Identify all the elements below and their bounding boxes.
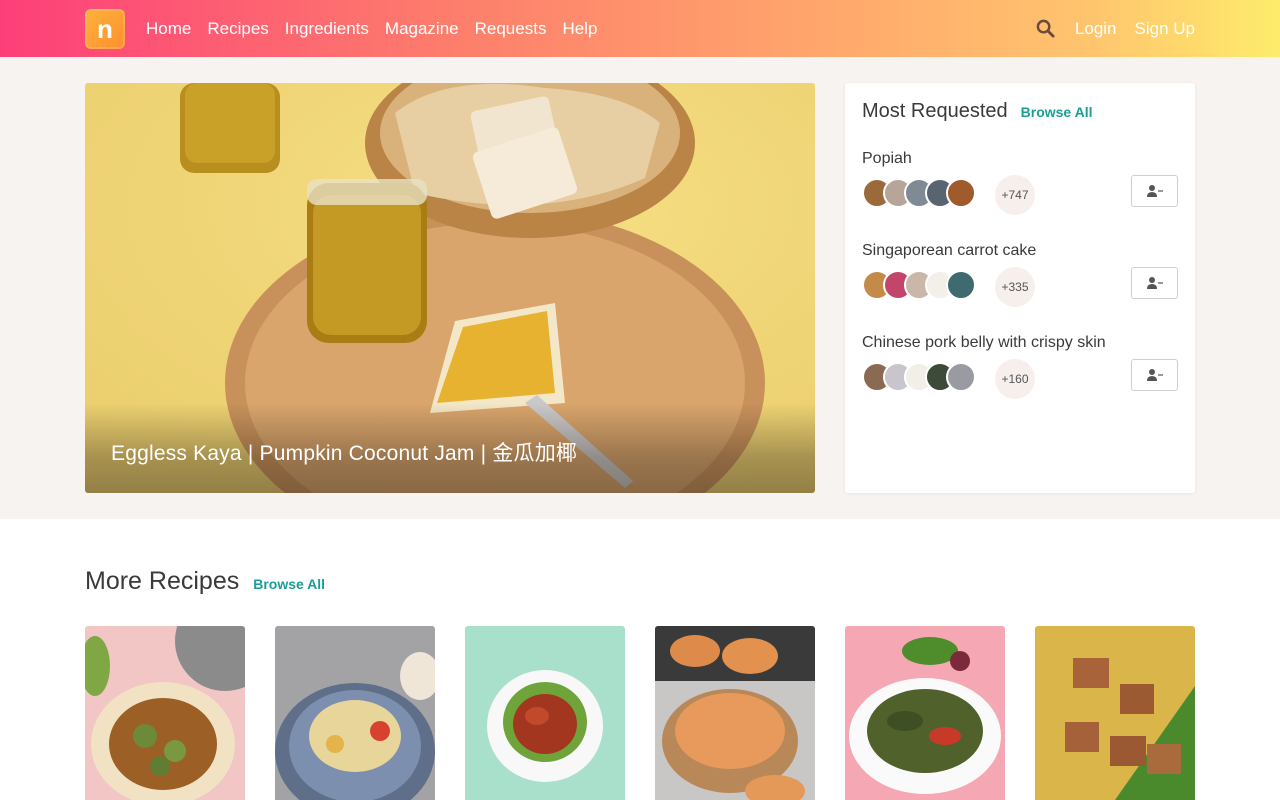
- most-requested-panel: Most Requested Browse All Popiah +747 Si…: [845, 83, 1195, 493]
- more-recipes-section: More Recipes Browse All: [0, 519, 1280, 800]
- recipe-image: [85, 626, 245, 800]
- requested-item[interactable]: Chinese pork belly with crispy skin +160: [862, 334, 1178, 399]
- recipe-image: [849, 637, 1001, 794]
- request-button[interactable]: [1131, 175, 1178, 207]
- request-count: +747: [995, 175, 1035, 215]
- requested-item-name[interactable]: Singaporean carrot cake: [862, 242, 1178, 260]
- nav-help[interactable]: Help: [562, 19, 597, 39]
- recipe-image: [1065, 658, 1195, 800]
- recipe-card[interactable]: [1035, 626, 1195, 800]
- requested-item-name[interactable]: Chinese pork belly with crispy skin: [862, 334, 1178, 352]
- most-requested-title: Most Requested: [862, 100, 1008, 122]
- recipe-card[interactable]: [465, 626, 625, 800]
- requested-item[interactable]: Popiah +747: [862, 150, 1178, 215]
- recipe-thumbnails: [85, 626, 1195, 800]
- nav-magazine[interactable]: Magazine: [385, 19, 459, 39]
- recipe-image: [487, 670, 603, 782]
- request-count: +160: [995, 359, 1035, 399]
- recipe-image: [275, 652, 435, 800]
- requester-avatars: [862, 178, 976, 208]
- nav-requests[interactable]: Requests: [475, 19, 547, 39]
- requested-item[interactable]: Singaporean carrot cake +335: [862, 242, 1178, 307]
- requester-avatars: [862, 362, 976, 392]
- most-requested-header: Most Requested Browse All: [862, 100, 1092, 123]
- recipe-card[interactable]: [275, 626, 435, 800]
- signup-link[interactable]: Sign Up: [1135, 19, 1195, 39]
- nav-home[interactable]: Home: [146, 19, 191, 39]
- recipe-card[interactable]: [845, 626, 1005, 800]
- recipe-image: [655, 626, 815, 800]
- avatar: [946, 270, 976, 300]
- logo-letter: n: [97, 13, 113, 44]
- avatar: [946, 362, 976, 392]
- recipe-card[interactable]: [655, 626, 815, 800]
- request-button[interactable]: [1131, 359, 1178, 391]
- add-user-icon: [1146, 277, 1163, 289]
- featured-recipe-title[interactable]: Eggless Kaya | Pumpkin Coconut Jam | 金瓜加…: [111, 437, 577, 467]
- main-nav: Home Recipes Ingredients Magazine Reques…: [146, 0, 597, 57]
- add-user-icon: [1146, 369, 1163, 381]
- recipe-card[interactable]: [85, 626, 245, 800]
- top-navigation-bar: n Home Recipes Ingredients Magazine Requ…: [0, 0, 1280, 57]
- account-nav: Login Sign Up: [1035, 0, 1195, 57]
- nav-ingredients[interactable]: Ingredients: [285, 19, 369, 39]
- request-count: +335: [995, 267, 1035, 307]
- search-icon[interactable]: [1035, 18, 1057, 40]
- nav-recipes[interactable]: Recipes: [207, 19, 268, 39]
- requester-avatars: [862, 270, 976, 300]
- requested-item-name[interactable]: Popiah: [862, 150, 1178, 168]
- more-recipes-title: More Recipes: [85, 567, 240, 595]
- more-recipes-header: More Recipes Browse All: [85, 567, 325, 596]
- login-link[interactable]: Login: [1075, 19, 1117, 39]
- request-button[interactable]: [1131, 267, 1178, 299]
- add-user-icon: [1146, 185, 1163, 197]
- avatar: [946, 178, 976, 208]
- site-logo[interactable]: n: [85, 9, 125, 49]
- browse-all-requested-link[interactable]: Browse All: [1021, 104, 1093, 120]
- featured-recipe-card[interactable]: Eggless Kaya | Pumpkin Coconut Jam | 金瓜加…: [85, 83, 815, 493]
- browse-all-recipes-link[interactable]: Browse All: [253, 576, 325, 592]
